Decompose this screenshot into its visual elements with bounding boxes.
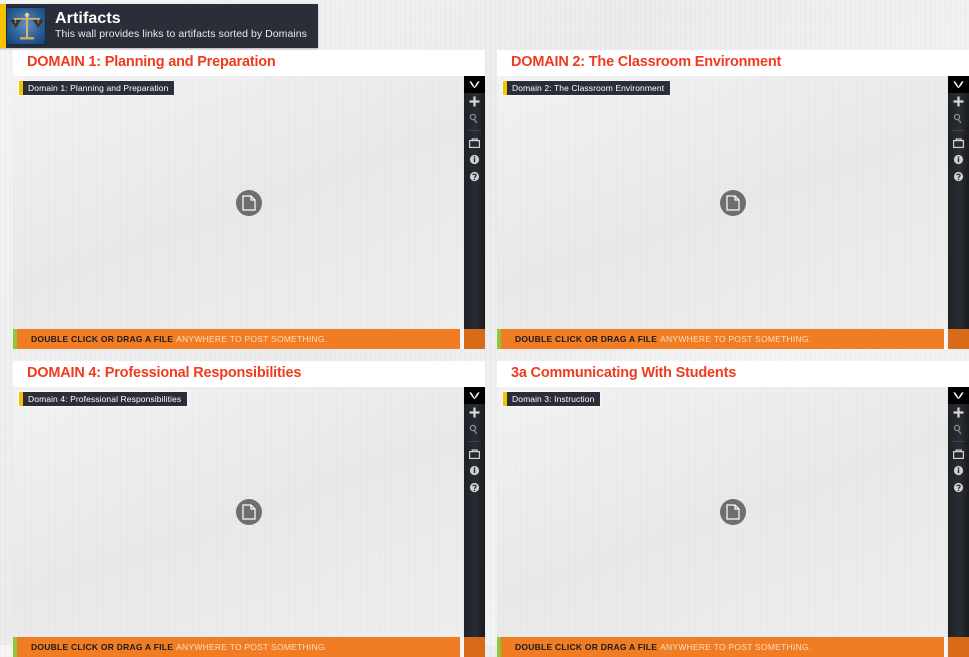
tag-label: Domain 4: Professional Responsibilities <box>28 394 182 404</box>
panel-category-tag[interactable]: Domain 3: Instruction <box>503 392 601 406</box>
panel-body[interactable]: Domain 4: Professional Responsibilities <box>13 387 485 637</box>
panel-title: DOMAIN 1: Planning and Preparation <box>27 54 276 70</box>
wall-panel-domain-1[interactable]: DOMAIN 1: Planning and Preparation Domai… <box>13 50 485 349</box>
share-icon[interactable] <box>464 134 485 151</box>
panel-category-tag[interactable]: Domain 4: Professional Responsibilities <box>19 392 188 406</box>
toolbar-divider <box>952 130 965 131</box>
footer-accent-bar <box>497 637 501 657</box>
page-title: Artifacts <box>55 10 121 28</box>
search-icon[interactable] <box>464 110 485 127</box>
toolbar-divider <box>468 130 481 131</box>
footer-light-text: ANYWHERE TO POST SOMETHING. <box>176 642 328 652</box>
panel-header: 3a Communicating With Students <box>497 361 969 387</box>
footer-text: DOUBLE CLICK OR DRAG A FILE ANYWHERE TO P… <box>515 642 811 652</box>
panel-drop-footer[interactable]: DOUBLE CLICK OR DRAG A FILE ANYWHERE TO P… <box>497 637 969 657</box>
panel-header: DOMAIN 2: The Classroom Environment <box>497 50 969 76</box>
document-icon[interactable] <box>720 499 746 525</box>
app-header: Artifacts This wall provides links to ar… <box>0 4 318 48</box>
wall-row-1: DOMAIN 1: Planning and Preparation Domai… <box>0 50 969 349</box>
tag-label: Domain 3: Instruction <box>512 394 595 404</box>
page-subtitle: This wall provides links to artifacts so… <box>55 27 307 40</box>
wall-panel-3a[interactable]: 3a Communicating With Students Domain 3:… <box>497 361 969 657</box>
wall-grid: DOMAIN 1: Planning and Preparation Domai… <box>0 50 969 657</box>
panel-body[interactable]: Domain 2: The Classroom Environment <box>497 76 969 329</box>
search-icon[interactable] <box>464 421 485 438</box>
scales-of-justice-icon <box>6 7 46 45</box>
info-icon[interactable] <box>948 462 969 479</box>
panel-toolbar[interactable] <box>948 76 969 329</box>
panel-category-tag[interactable]: Domain 2: The Classroom Environment <box>503 81 671 95</box>
tag-label: Domain 2: The Classroom Environment <box>512 83 665 93</box>
footer-light-text: ANYWHERE TO POST SOMETHING. <box>176 334 328 344</box>
panel-drop-footer[interactable]: DOUBLE CLICK OR DRAG A FILE ANYWHERE TO P… <box>497 329 969 349</box>
footer-endcap <box>948 329 969 349</box>
tag-label: Domain 1: Planning and Preparation <box>28 83 169 93</box>
panel-body[interactable]: Domain 1: Planning and Preparation <box>13 76 485 329</box>
footer-light-text: ANYWHERE TO POST SOMETHING. <box>660 642 812 652</box>
panel-title: 3a Communicating With Students <box>511 365 737 381</box>
panel-toolbar[interactable] <box>464 76 485 329</box>
footer-strong-text: DOUBLE CLICK OR DRAG A FILE <box>31 334 174 344</box>
panel-toolbar[interactable] <box>948 387 969 637</box>
help-icon[interactable] <box>464 479 485 496</box>
panel-drop-footer[interactable]: DOUBLE CLICK OR DRAG A FILE ANYWHERE TO P… <box>13 329 485 349</box>
footer-text: DOUBLE CLICK OR DRAG A FILE ANYWHERE TO P… <box>515 334 811 344</box>
panel-header: DOMAIN 1: Planning and Preparation <box>13 50 485 76</box>
footer-text: DOUBLE CLICK OR DRAG A FILE ANYWHERE TO P… <box>31 334 327 344</box>
help-icon[interactable] <box>948 479 969 496</box>
collapse-wall-icon[interactable] <box>464 76 485 93</box>
header-text-group: Artifacts This wall provides links to ar… <box>55 10 307 41</box>
panel-drop-footer[interactable]: DOUBLE CLICK OR DRAG A FILE ANYWHERE TO P… <box>13 637 485 657</box>
info-icon[interactable] <box>464 151 485 168</box>
panel-toolbar[interactable] <box>464 387 485 637</box>
document-icon[interactable] <box>236 189 262 216</box>
info-icon[interactable] <box>948 151 969 168</box>
footer-strong-text: DOUBLE CLICK OR DRAG A FILE <box>515 334 658 344</box>
footer-strong-text: DOUBLE CLICK OR DRAG A FILE <box>31 642 174 652</box>
add-post-icon[interactable] <box>948 404 969 421</box>
document-icon[interactable] <box>720 189 746 216</box>
footer-strong-text: DOUBLE CLICK OR DRAG A FILE <box>515 642 658 652</box>
toolbar-divider <box>468 441 481 442</box>
add-post-icon[interactable] <box>464 404 485 421</box>
document-icon[interactable] <box>236 499 262 525</box>
help-icon[interactable] <box>948 168 969 185</box>
footer-endcap <box>948 637 969 657</box>
collapse-wall-icon[interactable] <box>948 76 969 93</box>
footer-endcap <box>464 637 485 657</box>
panel-category-tag[interactable]: Domain 1: Planning and Preparation <box>19 81 175 95</box>
wall-panel-domain-4[interactable]: DOMAIN 4: Professional Responsibilities … <box>13 361 485 657</box>
footer-accent-bar <box>13 637 17 657</box>
panel-header: DOMAIN 4: Professional Responsibilities <box>13 361 485 387</box>
collapse-wall-icon[interactable] <box>464 387 485 404</box>
search-icon[interactable] <box>948 110 969 127</box>
collapse-wall-icon[interactable] <box>948 387 969 404</box>
info-icon[interactable] <box>464 462 485 479</box>
wall-panel-domain-2[interactable]: DOMAIN 2: The Classroom Environment Doma… <box>497 50 969 349</box>
footer-light-text: ANYWHERE TO POST SOMETHING. <box>660 334 812 344</box>
wall-row-2: DOMAIN 4: Professional Responsibilities … <box>0 361 969 657</box>
panel-title: DOMAIN 4: Professional Responsibilities <box>27 365 302 381</box>
toolbar-divider <box>952 441 965 442</box>
share-icon[interactable] <box>948 445 969 462</box>
help-icon[interactable] <box>464 168 485 185</box>
footer-text: DOUBLE CLICK OR DRAG A FILE ANYWHERE TO P… <box>31 642 327 652</box>
share-icon[interactable] <box>948 134 969 151</box>
add-post-icon[interactable] <box>464 93 485 110</box>
footer-accent-bar <box>497 329 501 349</box>
share-icon[interactable] <box>464 445 485 462</box>
add-post-icon[interactable] <box>948 93 969 110</box>
search-icon[interactable] <box>948 421 969 438</box>
footer-endcap <box>464 329 485 349</box>
panel-title: DOMAIN 2: The Classroom Environment <box>511 54 782 70</box>
footer-accent-bar <box>13 329 17 349</box>
panel-body[interactable]: Domain 3: Instruction <box>497 387 969 637</box>
